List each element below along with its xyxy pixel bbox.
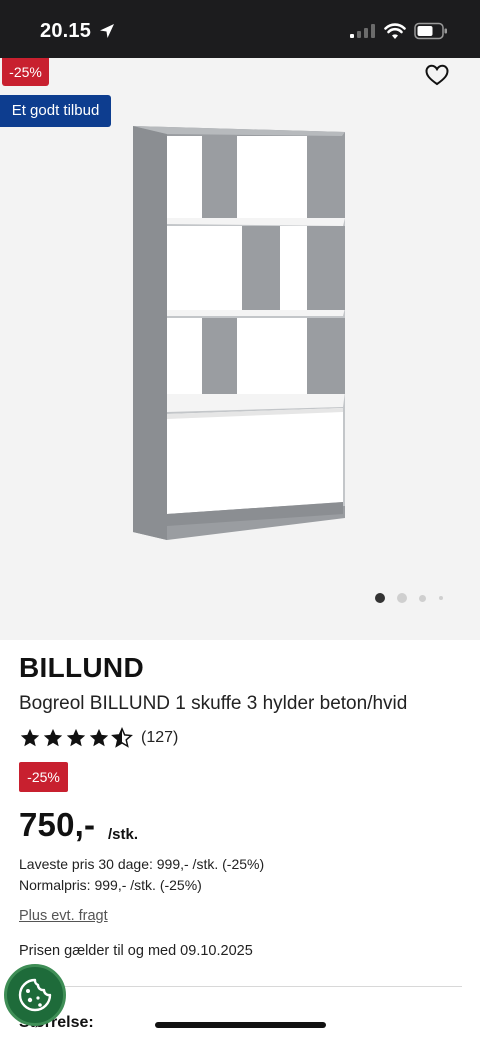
star-full-icon — [20, 728, 40, 747]
star-full-icon — [89, 728, 109, 747]
status-bar: 20.15 — [0, 0, 480, 58]
star-full-icon — [66, 728, 86, 747]
cookie-settings-button[interactable] — [4, 964, 66, 1026]
location-arrow-icon — [100, 24, 114, 38]
discount-badge: -25% — [2, 58, 49, 86]
product-brand: BILLUND — [19, 652, 144, 683]
lowest-price-info: Laveste pris 30 dage: 999,- /stk. (-25%) — [19, 856, 265, 872]
status-time: 20.15 — [40, 20, 92, 42]
price-unit: /stk. — [108, 826, 139, 843]
star-half-icon — [111, 727, 133, 748]
price-discount-badge: -25% — [19, 762, 68, 792]
product-rating[interactable]: (127) — [19, 727, 178, 749]
price: 750,- — [19, 806, 96, 843]
cookie-icon — [18, 978, 52, 1012]
carousel-dot[interactable] — [397, 593, 407, 603]
divider — [19, 986, 462, 987]
battery-icon — [414, 22, 447, 40]
product-image — [133, 126, 345, 540]
carousel-dot-active[interactable] — [375, 593, 385, 603]
carousel-dot[interactable] — [439, 596, 443, 600]
normal-price-info: Normalpris: 999,- /stk. (-25%) — [19, 877, 202, 893]
price-validity: Prisen gælder til og med 09.10.2025 — [19, 943, 253, 959]
carousel-dot[interactable] — [419, 595, 426, 602]
product-title: Bogreol BILLUND 1 skuffe 3 hylder beton/… — [19, 693, 408, 714]
home-indicator — [155, 1022, 326, 1028]
wifi-icon — [384, 23, 406, 39]
rating-stars — [19, 727, 133, 749]
heart-outline-icon[interactable] — [424, 62, 450, 88]
product-gallery[interactable]: -25% Et godt tilbud — [0, 58, 480, 640]
rating-count: (127) — [141, 729, 179, 746]
shipping-link[interactable]: Plus evt. fragt — [19, 908, 108, 924]
signal-icon — [350, 24, 375, 38]
carousel-dots[interactable] — [370, 592, 450, 604]
star-full-icon — [43, 728, 63, 747]
offer-badge: Et godt tilbud — [0, 95, 111, 127]
